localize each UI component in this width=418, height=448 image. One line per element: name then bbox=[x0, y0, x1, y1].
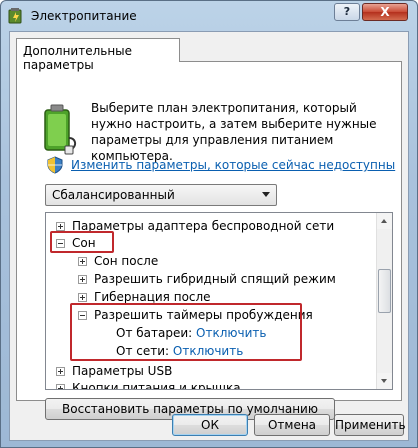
tree-item-on-battery[interactable]: От батареи: Отключить bbox=[116, 324, 266, 342]
tab-advanced-settings[interactable]: Дополнительные параметры bbox=[16, 38, 180, 72]
plus-icon[interactable] bbox=[78, 257, 87, 266]
plus-icon[interactable] bbox=[56, 222, 65, 231]
dialog-body: Дополнительные параметры Выберите план э… bbox=[9, 31, 409, 441]
scroll-up-icon[interactable] bbox=[377, 213, 392, 229]
on-battery-value-link[interactable]: Отключить bbox=[196, 326, 266, 340]
plugged-in-value-link[interactable]: Отключить bbox=[173, 344, 243, 358]
power-options-icon bbox=[8, 8, 22, 24]
scroll-down-icon[interactable] bbox=[377, 373, 392, 389]
plus-icon[interactable] bbox=[78, 275, 87, 284]
tree-item-sleep-after[interactable]: Сон после bbox=[78, 252, 158, 270]
cancel-button[interactable]: Отмена bbox=[254, 414, 330, 436]
tree-item-sleep[interactable]: Сон bbox=[56, 234, 96, 252]
title-bar[interactable]: Электропитание ? X bbox=[1, 1, 417, 31]
tree-item-hybrid-sleep[interactable]: Разрешить гибридный спящий режим bbox=[78, 270, 336, 288]
help-button[interactable]: ? bbox=[334, 3, 360, 21]
change-unavailable-settings-link[interactable]: Изменить параметры, которые сейчас недос… bbox=[71, 158, 395, 172]
plus-icon[interactable] bbox=[56, 384, 65, 389]
power-options-window: Электропитание ? X Дополнительные параме… bbox=[0, 0, 418, 448]
power-plan-select[interactable]: Сбалансированный bbox=[45, 184, 277, 206]
tree-item-hibernate-after[interactable]: Гибернация после bbox=[78, 288, 211, 306]
chevron-down-icon[interactable] bbox=[262, 192, 270, 197]
uac-shield-icon bbox=[47, 156, 63, 174]
minus-icon[interactable] bbox=[78, 311, 87, 320]
settings-tree: Параметры адаптера беспроводной сети Сон… bbox=[45, 212, 393, 390]
tree-item-wireless-adapter[interactable]: Параметры адаптера беспроводной сети bbox=[56, 217, 334, 235]
power-plan-select-value: Сбалансированный bbox=[52, 188, 175, 202]
tree-item-plugged-in[interactable]: От сети: Отключить bbox=[116, 342, 243, 360]
tree-item-power-buttons[interactable]: Кнопки питания и крышка bbox=[56, 379, 241, 389]
advanced-settings-panel: Выберите план электропитания, который ну… bbox=[16, 61, 402, 420]
plus-icon[interactable] bbox=[78, 293, 87, 302]
description-text: Выберите план электропитания, который ну… bbox=[91, 101, 377, 163]
apply-button[interactable]: Применить bbox=[334, 414, 406, 436]
scroll-thumb[interactable] bbox=[378, 269, 391, 313]
minus-icon[interactable] bbox=[56, 239, 65, 248]
ok-button[interactable]: ОК bbox=[172, 414, 248, 436]
window-title: Электропитание bbox=[31, 9, 137, 23]
plus-icon[interactable] bbox=[56, 367, 65, 376]
close-button[interactable]: X bbox=[362, 3, 408, 21]
tree-item-usb[interactable]: Параметры USB bbox=[56, 362, 172, 380]
battery-plug-icon bbox=[44, 104, 77, 155]
tree-scrollbar[interactable] bbox=[376, 213, 392, 389]
tree-item-wake-timers[interactable]: Разрешить таймеры пробуждения bbox=[78, 306, 313, 324]
